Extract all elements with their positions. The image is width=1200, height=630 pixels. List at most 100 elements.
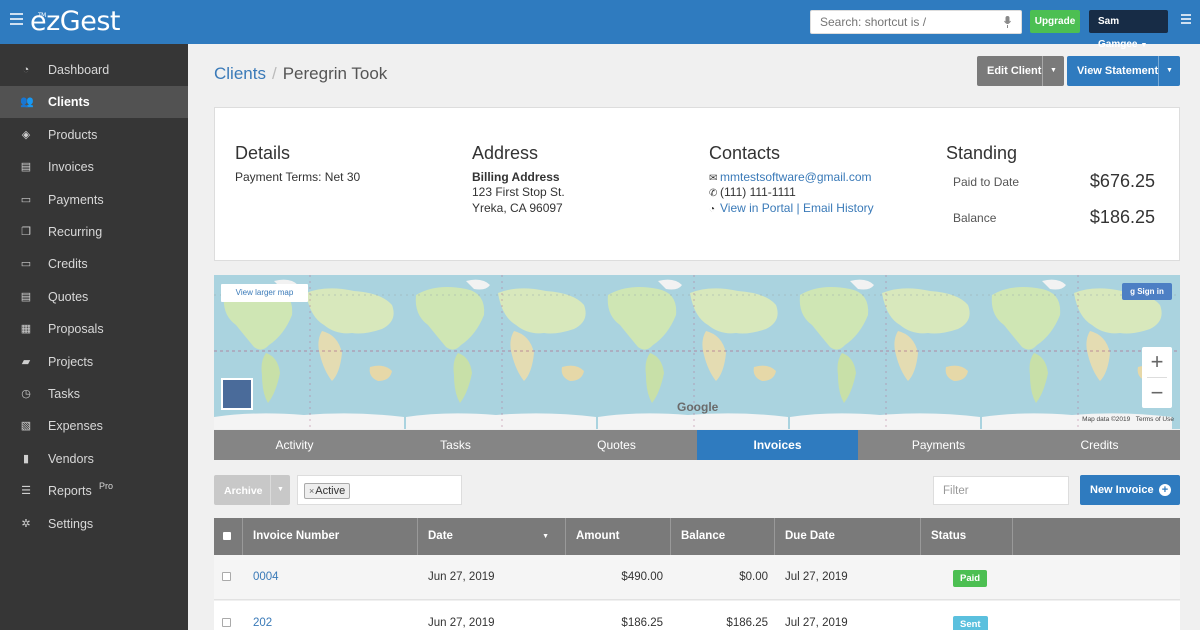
user-menu-button[interactable]: Sam Gamgee ▼ bbox=[1089, 10, 1168, 50]
sidebar-item-label: Products bbox=[48, 127, 98, 142]
tab-credits[interactable]: Credits bbox=[1019, 430, 1180, 460]
google-sign-in-button[interactable]: g Sign in bbox=[1122, 283, 1172, 300]
view-statement-dropdown-icon[interactable]: ▼ bbox=[1158, 56, 1180, 86]
view-larger-map-link[interactable]: View larger map bbox=[221, 284, 308, 302]
archive-dropdown-icon[interactable]: ▼ bbox=[270, 475, 290, 505]
sidebar-item-quotes[interactable]: ▤ Quotes bbox=[0, 281, 188, 313]
tab-activity[interactable]: Activity bbox=[214, 430, 375, 460]
column-amount[interactable]: Amount bbox=[566, 518, 671, 555]
column-balance[interactable]: Balance bbox=[671, 518, 775, 555]
map-zoom-controls: + − bbox=[1142, 347, 1172, 408]
sidebar-item-recurring[interactable]: ❐ Recurring bbox=[0, 216, 188, 248]
invoice-amount: $490.00 bbox=[621, 571, 663, 583]
sidebar-item-label: Credits bbox=[48, 257, 88, 272]
table-row[interactable]: 0004 Jun 27, 2019 $490.00 $0.00 Jul 27, … bbox=[214, 555, 1180, 600]
column-date[interactable]: Date ▼ bbox=[418, 518, 566, 555]
sidebar-item-invoices[interactable]: ▤ Invoices bbox=[0, 151, 188, 183]
file-pdf-icon: ▤ bbox=[20, 161, 32, 174]
sidebar-item-payments[interactable]: ▭ Payments bbox=[0, 184, 188, 216]
invoice-due-date: Jul 27, 2019 bbox=[785, 617, 848, 629]
view-in-portal-link[interactable]: View in Portal bbox=[720, 201, 793, 215]
sidebar-item-label: Projects bbox=[48, 354, 94, 369]
sidebar-item-tasks[interactable]: ◷ Tasks bbox=[0, 378, 188, 410]
edit-client-dropdown-icon[interactable]: ▼ bbox=[1042, 56, 1064, 86]
invoice-date: Jun 27, 2019 bbox=[428, 617, 495, 629]
archive-button[interactable]: Archive ▼ bbox=[214, 475, 290, 505]
invoice-due-date: Jul 27, 2019 bbox=[785, 571, 848, 583]
sidebar-item-settings[interactable]: ✲ Settings bbox=[0, 508, 188, 540]
tab-tasks[interactable]: Tasks bbox=[375, 430, 536, 460]
sidebar-item-products[interactable]: ◈ Products bbox=[0, 119, 188, 151]
street-view-thumbnail[interactable] bbox=[221, 378, 253, 410]
clock-icon: ◷ bbox=[21, 388, 31, 400]
view-statement-button[interactable]: View Statement ▼ bbox=[1067, 56, 1180, 86]
sidebar-item-clients[interactable]: 👥 Clients bbox=[0, 86, 188, 119]
sidebar-item-expenses[interactable]: ▧ Expenses bbox=[0, 410, 188, 442]
microphone-icon[interactable] bbox=[1004, 16, 1011, 28]
row-checkbox[interactable] bbox=[222, 572, 231, 581]
column-due-date[interactable]: Due Date bbox=[775, 518, 921, 555]
zoom-out-button[interactable]: − bbox=[1142, 378, 1172, 408]
sidebar-item-reports[interactable]: ☰ Reports Pro bbox=[0, 475, 188, 507]
sidebar-item-label: Clients bbox=[48, 95, 90, 110]
select-all-checkbox[interactable] bbox=[223, 532, 231, 540]
invoice-number-link[interactable]: 202 bbox=[253, 601, 272, 630]
building-icon: ▮ bbox=[22, 452, 30, 465]
new-invoice-label: New Invoice bbox=[1090, 484, 1154, 496]
client-summary-card: Details Payment Terms: Net 30 Address Bi… bbox=[214, 107, 1180, 261]
client-location-map[interactable]: View larger map g Sign in + − Google Map… bbox=[214, 275, 1180, 429]
right-sidebar-toggle-icon[interactable] bbox=[1181, 14, 1191, 26]
th-large-icon: ▦ bbox=[20, 323, 32, 336]
invoice-balance: $0.00 bbox=[739, 571, 768, 583]
sidebar-item-dashboard[interactable]: ◔ Dashboard bbox=[0, 54, 188, 86]
zoom-in-button[interactable]: + bbox=[1142, 347, 1172, 377]
details-heading: Details bbox=[235, 143, 291, 163]
email-history-link[interactable]: Email History bbox=[803, 201, 874, 215]
column-invoice-number[interactable]: Invoice Number bbox=[243, 518, 418, 555]
invoice-number-link[interactable]: 0004 bbox=[253, 555, 279, 600]
list-icon: ☰ bbox=[21, 485, 31, 498]
pro-badge: Pro bbox=[99, 481, 114, 492]
search-input[interactable] bbox=[811, 11, 991, 33]
sign-in-label: Sign in bbox=[1137, 287, 1164, 296]
status-filter-input[interactable]: ×Active bbox=[297, 475, 462, 505]
paid-to-date-value: $676.25 bbox=[1089, 171, 1155, 191]
tab-payments[interactable]: Payments bbox=[858, 430, 1019, 460]
sidebar-item-label: Settings bbox=[48, 516, 94, 531]
edit-client-button[interactable]: Edit Client ▼ bbox=[977, 56, 1064, 86]
sidebar-item-label: Vendors bbox=[48, 451, 94, 466]
caret-down-icon: ▼ bbox=[1140, 42, 1148, 49]
cog-icon: ✲ bbox=[21, 517, 31, 530]
select-all-header bbox=[214, 518, 243, 555]
sidebar-item-projects[interactable]: ▰ Projects bbox=[0, 346, 188, 378]
hamburger-menu-icon[interactable] bbox=[10, 13, 23, 27]
phone-icon: ✆ bbox=[709, 188, 718, 199]
filter-input[interactable] bbox=[934, 477, 1054, 504]
archive-label: Archive bbox=[224, 485, 263, 497]
sidebar-item-credits[interactable]: ▭ Credits bbox=[0, 248, 188, 280]
table-header: Invoice Number Date ▼ Amount Balance Due … bbox=[214, 518, 1180, 555]
credit-card-icon: ▭ bbox=[20, 258, 32, 271]
table-row[interactable]: 202 Jun 27, 2019 $186.25 $186.25 Jul 27,… bbox=[214, 601, 1180, 630]
breadcrumb-clients-link[interactable]: Clients bbox=[214, 64, 266, 83]
balance-value: $186.25 bbox=[1089, 207, 1155, 227]
contact-email-row: ✉ mmtestsoftware@gmail.com bbox=[709, 170, 872, 184]
tab-quotes[interactable]: Quotes bbox=[536, 430, 697, 460]
upgrade-button[interactable]: Upgrade bbox=[1030, 10, 1080, 33]
tab-invoices[interactable]: Invoices bbox=[697, 430, 858, 460]
active-filter-tag: ×Active bbox=[304, 483, 351, 499]
new-invoice-button[interactable]: New Invoice + bbox=[1080, 475, 1180, 505]
invoices-table: Invoice Number Date ▼ Amount Balance Due … bbox=[214, 518, 1180, 630]
map-data-attribution: Map data ©2019 bbox=[1082, 416, 1131, 423]
search-box bbox=[810, 10, 1022, 34]
map-terms-link[interactable]: Terms of Use bbox=[1136, 416, 1174, 423]
remove-tag-icon[interactable]: × bbox=[309, 486, 314, 496]
client-tabs: Activity Tasks Quotes Invoices Payments Credi… bbox=[214, 430, 1180, 460]
column-status[interactable]: Status bbox=[921, 518, 1013, 555]
contact-email-link[interactable]: mmtestsoftware@gmail.com bbox=[720, 170, 872, 184]
app-logo[interactable]: ezGest TM bbox=[30, 6, 120, 37]
sidebar-item-vendors[interactable]: ▮ Vendors bbox=[0, 443, 188, 475]
address-line-2: Yreka, CA 96097 bbox=[472, 201, 563, 215]
row-checkbox[interactable] bbox=[222, 618, 231, 627]
sidebar-item-proposals[interactable]: ▦ Proposals bbox=[0, 313, 188, 345]
